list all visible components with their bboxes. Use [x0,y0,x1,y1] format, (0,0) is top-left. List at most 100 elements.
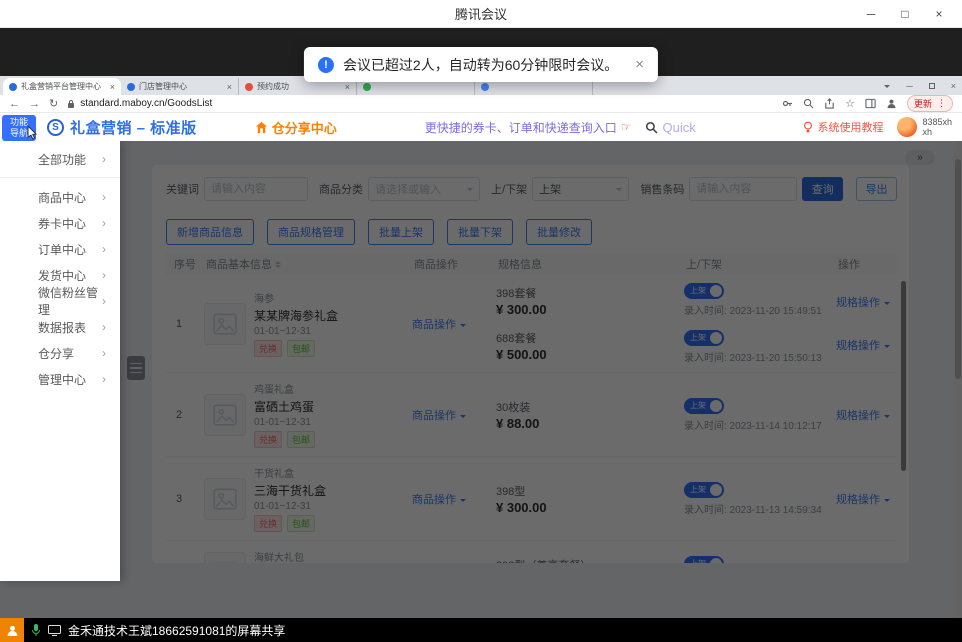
browser-minimize-button[interactable]: ─ [906,81,912,91]
tab-favicon-icon [481,83,489,91]
profile-icon[interactable] [886,98,897,109]
browser-tab[interactable]: 门店管理中心× [121,78,239,95]
sidebar-item[interactable]: 管理中心 › [0,366,120,392]
sidebar-item-label: 全部功能 [38,151,86,168]
sidebar-item-label: 券卡中心 [38,215,86,232]
reload-icon[interactable]: ↻ [49,97,58,110]
meeting-titlebar: 腾讯会议 ─ □ × [0,0,962,28]
person-icon [6,624,19,637]
chevron-right-icon: › [102,152,106,166]
store-icon [255,121,268,134]
chevron-right-icon: › [102,294,106,308]
sidebar-item[interactable]: 商品中心 › [0,184,120,210]
meeting-toast: ! 会议已超过2人，自动转为60分钟限时会议。 × [304,47,658,82]
meeting-title: 腾讯会议 [455,4,507,23]
toast-close-icon[interactable]: × [635,56,644,73]
meeting-window-controls: ─ □ × [854,0,956,28]
page-body: 关键词 商品分类 请选择或输入 上/下架 上架 销售条码 查询 导出 新增商品信… [0,141,962,618]
meeting-window: 腾讯会议 ─ □ × 礼盒营销平台管理中心×门店管理中心×预约成功× ─ × ←… [0,0,962,642]
shared-screen: 礼盒营销平台管理中心×门店管理中心×预约成功× ─ × ← → ↻ standa… [0,28,962,618]
bookmark-star-icon[interactable]: ☆ [845,97,855,110]
side-panel-icon[interactable] [865,98,876,109]
tab-favicon-icon [9,83,17,91]
chevron-right-icon: › [102,346,106,360]
info-icon: ! [318,57,334,73]
sidebar-item[interactable]: 订单中心 › [0,236,120,262]
sidebar-item[interactable]: 仓分享 › [0,340,120,366]
sidebar-menu: 全部功能›商品中心›券卡中心›订单中心›发货中心›微信粉丝管理›数据报表›仓分享… [0,141,120,581]
tutorial-link[interactable]: 系统使用教程 [803,119,883,135]
sidebar-item-label: 订单中心 [38,241,86,258]
zoom-icon[interactable] [803,98,814,109]
share-banner: 金禾通技术王斌18662591081的屏幕共享 [0,618,962,642]
sidebar-item[interactable]: 微信粉丝管理› [0,288,120,314]
sidebar-item[interactable]: 全部功能 › [0,146,120,172]
tab-title: 礼盒营销平台管理中心 [21,81,106,92]
quick-label: Quick [662,120,695,135]
site-header: 功能 导航 S 礼盒营销 – 标准版 仓分享中心 更快捷的券卡、订单和快递查询入… [0,113,962,141]
address-bar-actions: ☆ 更新 ⋮ [782,95,953,112]
maximize-button[interactable]: □ [888,0,922,28]
browser-close-button[interactable]: × [951,81,956,91]
mic-icon [31,623,41,637]
browser-window-controls: ─ × [884,76,956,95]
sidebar-item-label: 数据报表 [38,319,86,336]
lightbulb-icon [803,121,813,134]
chevron-right-icon: › [102,216,106,230]
chevron-right-icon: › [102,320,106,334]
tab-favicon-icon [363,83,371,91]
site-brand: 礼盒营销 – 标准版 [70,117,197,138]
chevron-right-icon: › [102,372,106,386]
tab-favicon-icon [127,83,135,91]
sharer-avatar [0,618,24,642]
sidebar-item-label: 管理中心 [38,371,86,388]
toast-message: 会议已超过2人，自动转为60分钟限时会议。 [343,55,618,75]
browser-address-bar: ← → ↻ standard.maboy.cn/GoodsList ☆ 更新 [0,95,962,113]
hand-pointer-icon: ☞ [621,120,632,134]
sidebar-item-label: 商品中心 [38,189,86,206]
browser-tab[interactable]: 礼盒营销平台管理中心 × [3,78,121,95]
browser-window: 礼盒营销平台管理中心×门店管理中心×预约成功× ─ × ← → ↻ standa… [0,76,962,618]
tab-title: 预约成功 [257,81,341,92]
share-icon[interactable] [824,98,835,109]
quick-search[interactable]: Quick [645,120,695,135]
sidebar-item[interactable]: 数据报表 › [0,314,120,340]
tab-favicon-icon [245,83,253,91]
tab-search-icon[interactable] [884,85,890,91]
dim-overlay [0,141,962,618]
user-info: 8385xh xh [922,117,952,138]
screen-share-icon [48,625,61,636]
update-label: 更新 [914,97,932,110]
promo-link[interactable]: 更快捷的券卡、订单和快递查询入口 [425,119,617,136]
chevron-right-icon: › [102,268,106,282]
chevron-right-icon: › [102,190,106,204]
url-field[interactable]: standard.maboy.cn/GoodsList [67,98,212,109]
close-button[interactable]: × [922,0,956,28]
mouse-cursor [27,125,38,145]
share-center-link[interactable]: 仓分享中心 [255,118,337,137]
divider [0,177,120,178]
back-icon[interactable]: ← [9,98,20,110]
browser-menu-icon[interactable]: ⋮ [937,98,946,109]
sidebar-item-label: 微信粉丝管理 [38,284,102,318]
lock-icon [67,99,75,109]
sidebar-item-label: 发货中心 [38,267,86,284]
tab-close-icon[interactable]: × [110,82,115,92]
web-page: 功能 导航 S 礼盒营销 – 标准版 仓分享中心 更快捷的券卡、订单和快递查询入… [0,113,962,618]
key-icon[interactable] [782,98,793,109]
user-sub: xh [922,127,952,137]
forward-icon[interactable]: → [29,98,40,110]
minimize-button[interactable]: ─ [854,0,888,28]
user-avatar[interactable] [897,117,917,137]
browser-update-button[interactable]: 更新 ⋮ [907,95,953,112]
site-logo: S [47,119,64,136]
chevron-right-icon: › [102,242,106,256]
sidebar-item[interactable]: 券卡中心 › [0,210,120,236]
user-name: 8385xh [922,117,952,127]
search-icon [645,121,658,134]
url-text: standard.maboy.cn/GoodsList [80,98,212,109]
tab-close-icon[interactable]: × [227,82,232,92]
browser-maximize-button[interactable] [929,83,935,89]
tab-close-icon[interactable]: × [345,82,350,92]
sidebar-item-label: 仓分享 [38,345,74,362]
